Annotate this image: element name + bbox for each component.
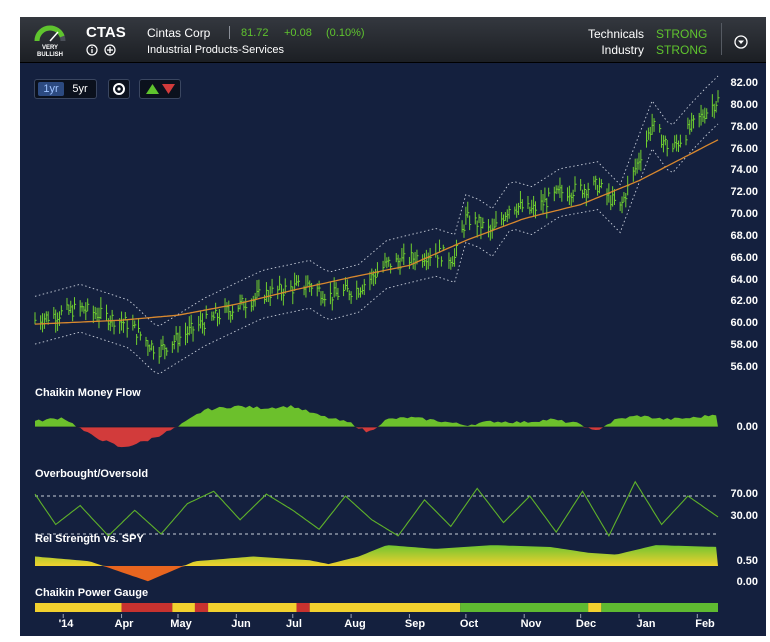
y-tick-label: 60.00	[730, 317, 758, 329]
rel-strength-positive-area	[35, 545, 718, 566]
y-tick-label: 56.00	[730, 361, 758, 373]
panel-title-power-gauge: Chaikin Power Gauge	[35, 587, 149, 599]
x-axis-label: Dec	[575, 618, 597, 630]
panel-title-overbought-oversold: Overbought/Oversold	[35, 468, 149, 480]
power-gauge-segment-neutral	[35, 603, 122, 612]
x-axis-label: Aug	[344, 618, 366, 630]
x-axis-label: Feb	[695, 618, 715, 630]
x-axis-label: May	[170, 618, 192, 630]
power-gauge-segment-bullish	[460, 603, 589, 612]
y-tick-label: 68.00	[730, 230, 758, 242]
power-gauge-segment-neutral	[588, 603, 602, 612]
stock-chart-app: VERY BULLISH CTAS Cintas Corp 81.72 +0.0…	[20, 17, 766, 636]
rel-strength-tick-label: 0.50	[736, 555, 758, 567]
x-axis-label: Jul	[286, 618, 302, 630]
power-gauge-segment-bearish	[121, 603, 173, 612]
x-axis-label: Apr	[114, 618, 134, 630]
x-axis-label: Jan	[636, 618, 656, 630]
overbought-level-label: 70.00	[730, 488, 758, 500]
y-tick-label: 58.00	[730, 339, 758, 351]
panel-title-rel-strength: Rel Strength vs. SPY	[35, 533, 144, 545]
money-flow-zero-label: 0.00	[736, 421, 758, 433]
y-tick-label: 82.00	[730, 77, 758, 89]
y-tick-label: 70.00	[730, 208, 758, 220]
x-axis-label: Nov	[520, 618, 542, 630]
rel-strength-negative-area	[35, 566, 718, 582]
y-tick-label: 66.00	[730, 252, 758, 264]
y-tick-label: 80.00	[730, 99, 758, 111]
rel-strength-tick-label: 0.00	[736, 576, 758, 588]
overbought-oversold-line	[34, 480, 719, 538]
panel-title-money-flow: Chaikin Money Flow	[35, 387, 141, 399]
money-flow-positive-area	[35, 405, 718, 427]
y-tick-label: 78.00	[730, 121, 758, 133]
power-gauge-segment-bullish	[601, 603, 718, 612]
x-axis-label: Sep	[404, 618, 426, 630]
x-axis-label: '14	[58, 618, 74, 630]
y-tick-label: 72.00	[730, 186, 758, 198]
power-gauge-segment-neutral	[172, 603, 195, 612]
power-gauge-segment-neutral	[309, 603, 461, 612]
x-axis-label: Jun	[231, 618, 251, 630]
oversold-level-label: 30.00	[730, 510, 758, 522]
power-gauge-segment-bearish	[296, 603, 310, 612]
y-tick-label: 76.00	[730, 143, 758, 155]
power-gauge-segment-neutral	[208, 603, 297, 612]
y-tick-label: 74.00	[730, 164, 758, 176]
power-gauge-segment-bearish	[194, 603, 209, 612]
y-tick-label: 62.00	[730, 295, 758, 307]
y-tick-label: 64.00	[730, 274, 758, 286]
money-flow-negative-area	[35, 427, 718, 448]
upper-band-line	[34, 75, 719, 327]
x-axis-label: Oct	[459, 618, 479, 630]
